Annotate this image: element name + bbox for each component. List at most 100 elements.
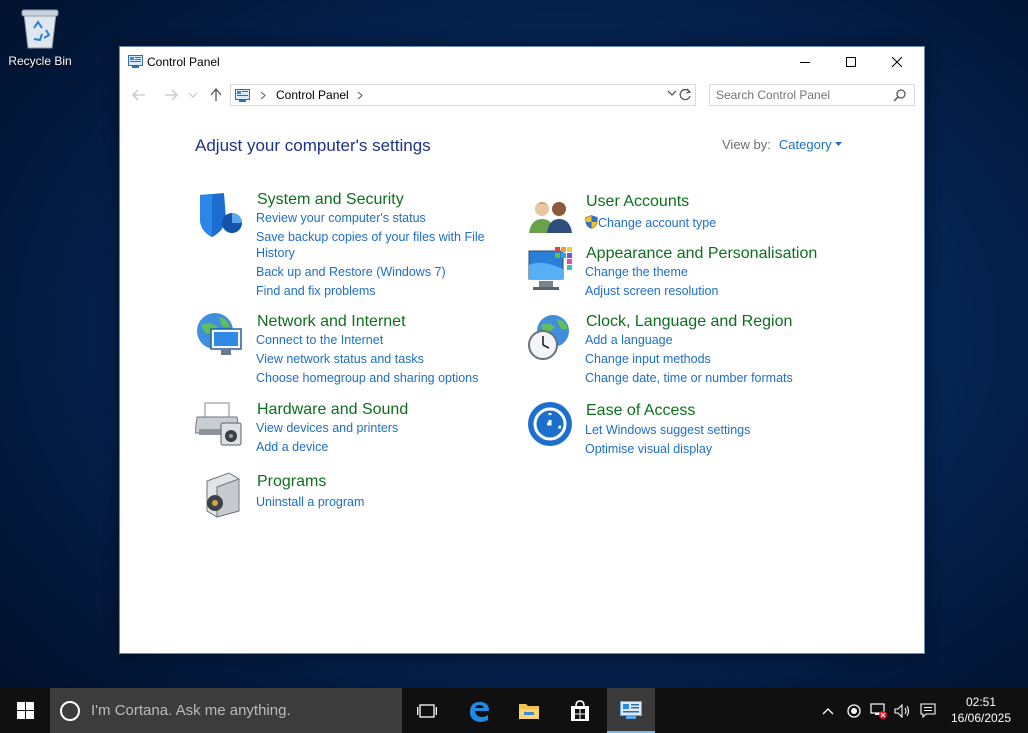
folder-icon [519,703,539,719]
category-links: Let Windows suggest settings Optimise vi… [585,421,750,459]
windows-logo-icon [16,702,34,719]
category-title[interactable]: Ease of Access [586,402,695,420]
link-add-device[interactable]: Add a device [256,438,398,457]
network-disconnected-icon [870,702,887,719]
recycle-bin-label: Recycle Bin [8,54,72,68]
chevron-right-icon[interactable] [357,91,363,100]
category-appearance: Appearance and Personalisation Change th… [527,245,847,303]
cortana-search-box[interactable]: I'm Cortana. Ask me anything. [50,688,402,733]
link-input-methods[interactable]: Change input methods [585,350,793,369]
task-view-button[interactable] [403,688,451,733]
category-title[interactable]: Network and Internet [257,313,406,331]
link-change-account-type[interactable]: Change account type [585,214,716,233]
category-ease-of-access: Ease of Access Let Windows suggest setti… [527,401,827,461]
view-by: View by: Category [722,137,843,152]
refresh-icon[interactable] [678,88,692,102]
link-backup-restore[interactable]: Back up and Restore (Windows 7) [256,263,485,282]
category-title[interactable]: Hardware and Sound [257,401,408,419]
ease-of-access-icon [528,402,572,446]
category-user-accounts: User Accounts Change account type [527,193,827,239]
cortana-icon [60,700,80,721]
close-button[interactable] [874,47,920,77]
uac-shield-icon [585,215,598,229]
caret-down-icon [835,142,843,146]
link-screen-resolution[interactable]: Adjust screen resolution [585,282,718,301]
network-tray-button[interactable] [867,688,891,733]
link-homegroup[interactable]: Choose homegroup and sharing options [256,369,478,388]
category-title[interactable]: Appearance and Personalisation [586,245,817,263]
link-network-status[interactable]: View network status and tasks [256,350,478,369]
speaker-icon [894,703,910,718]
category-title[interactable]: Programs [257,473,326,491]
link-date-time-formats[interactable]: Change date, time or number formats [585,369,793,388]
cortana-text[interactable]: I'm Cortana. Ask me anything. [91,702,291,719]
file-explorer-button[interactable] [505,688,553,733]
title-bar[interactable]: Control Panel [120,47,924,77]
category-links: Review your computer's status Save backu… [256,209,485,301]
forward-button[interactable] [162,85,180,105]
link-change-theme[interactable]: Change the theme [585,263,718,282]
search-box[interactable] [709,84,915,106]
category-network-internet: Network and Internet Connect to the Inte… [195,311,515,391]
address-bar[interactable]: Control Panel [230,84,696,106]
category-hardware-sound: Hardware and Sound View devices and prin… [195,399,515,459]
record-icon [847,703,861,718]
minimize-button[interactable] [782,47,828,77]
view-by-label: View by: [722,137,771,152]
taskbar: I'm Cortana. Ask me anything. 02:51 16/0… [0,688,1028,733]
volume-tray-button[interactable] [892,688,914,733]
view-by-dropdown[interactable]: Category [779,137,843,152]
users-icon [529,202,572,233]
link-review-status[interactable]: Review your computer's status [256,209,485,228]
forward-arrow-icon [165,89,178,101]
breadcrumb[interactable]: Control Panel [276,88,349,102]
navigation-bar: Control Panel [120,79,924,111]
maximize-button[interactable] [828,47,874,77]
category-links: Uninstall a program [256,493,364,512]
link-windows-suggest[interactable]: Let Windows suggest settings [585,421,750,440]
link-devices-printers[interactable]: View devices and printers [256,419,398,438]
category-title[interactable]: System and Security [257,191,404,209]
category-links: Add a language Change input methods Chan… [585,331,793,388]
search-input[interactable] [716,88,886,102]
category-links: Change account type [585,214,716,233]
chevron-up-icon [822,707,834,714]
category-links: Connect to the Internet View network sta… [256,331,478,388]
category-title[interactable]: User Accounts [586,193,689,211]
action-center-button[interactable] [917,688,939,733]
link-find-fix[interactable]: Find and fix problems [256,282,485,301]
clock-time: 02:51 [965,695,997,709]
search-icon[interactable] [893,89,906,102]
up-button[interactable] [207,85,225,105]
control-panel-taskbar-button[interactable] [607,688,655,733]
clock-date: 16/06/2025 [950,711,1012,725]
control-panel-window: Control Panel Control Panel Search Contr… [119,46,925,654]
view-by-value[interactable]: Category [779,137,832,152]
category-title[interactable]: Clock, Language and Region [586,313,792,331]
up-arrow-icon [210,88,222,101]
clock-globe-icon [528,315,569,360]
control-panel-icon [620,700,642,719]
link-optimise-display[interactable]: Optimise visual display [585,440,750,459]
address-dropdown-icon[interactable] [667,89,677,97]
show-hidden-icons-button[interactable] [817,688,839,733]
start-button[interactable] [0,688,50,733]
store-icon [571,699,589,721]
category-links: View devices and printers Add a device [256,419,398,457]
network-globe-icon [197,313,242,355]
control-panel-icon [235,88,250,102]
recent-locations-button[interactable] [187,85,199,105]
store-button[interactable] [556,688,604,733]
link-change-account-type-text[interactable]: Change account type [598,216,716,230]
record-tray-button[interactable] [843,688,865,733]
link-uninstall-program[interactable]: Uninstall a program [256,493,364,512]
clock[interactable]: 02:51 16/06/2025 [942,694,1020,726]
edge-button[interactable] [455,688,503,733]
recycle-bin-shortcut[interactable]: Recycle Bin [4,6,76,78]
back-button[interactable] [130,85,148,105]
window-title: Control Panel [147,55,220,69]
link-add-language[interactable]: Add a language [585,331,793,350]
back-arrow-icon [132,89,145,101]
link-connect-internet[interactable]: Connect to the Internet [256,331,478,350]
close-icon [892,57,902,67]
